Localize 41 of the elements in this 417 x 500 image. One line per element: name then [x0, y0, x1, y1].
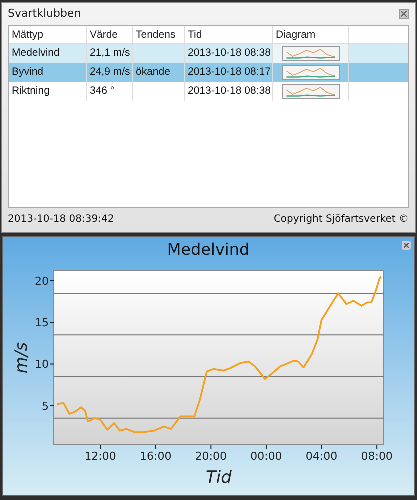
x-tick-label: 16:00: [140, 450, 172, 463]
close-icon[interactable]: [402, 241, 411, 250]
table-cell: Riktning: [9, 82, 87, 101]
column-header[interactable]: Tid: [185, 26, 273, 43]
status-timestamp: 2013-10-18 08:39:42: [8, 212, 114, 226]
table-cell: 346 °: [87, 82, 133, 101]
y-tick-label: 5: [42, 400, 49, 413]
x-tick-label: 16:00: [140, 444, 172, 463]
table-cell: 2013-10-18 08:38: [185, 82, 273, 101]
x-tick-label: 04:00: [306, 450, 338, 463]
column-header[interactable]: Mättyp: [9, 26, 87, 43]
x-tick-label: 08:00: [361, 444, 393, 463]
y-tick-label: 15: [35, 316, 49, 330]
copyright-text: Copyright Sjöfartsverket ©: [274, 212, 409, 226]
y-axis-label: m/s: [12, 342, 32, 374]
y-tick-label: 15: [35, 316, 54, 330]
sparkline-thumbnail[interactable]: [282, 65, 340, 80]
column-header[interactable]: Tendens: [133, 26, 185, 43]
x-axis-label: Tid: [206, 468, 232, 488]
x-tick-label: 20:00: [195, 444, 228, 463]
y-tick-label: 20: [35, 275, 54, 288]
table-row[interactable]: Medelvind 21,1 m/s 2013-10-18 08:38: [9, 44, 408, 63]
x-tick-label: 04:00: [306, 444, 338, 463]
sparkline-thumbnail[interactable]: [282, 46, 340, 61]
window-title: Svartklubben: [8, 6, 82, 22]
x-tick-label: 12:00: [84, 444, 116, 463]
y-tick-label: 20: [35, 274, 49, 288]
column-header[interactable]: Diagram: [273, 26, 349, 43]
x-tick-label: 12:00: [84, 450, 116, 463]
sparkline-thumbnail[interactable]: [282, 84, 340, 99]
close-icon[interactable]: [399, 9, 409, 19]
column-header[interactable]: Värde: [87, 26, 133, 43]
x-tick-label: 20:00: [195, 450, 228, 463]
y-tick-label: 10: [35, 358, 54, 372]
x-tick-label: 00:00: [250, 444, 282, 463]
table-row[interactable]: Byvind 24,9 m/s ökande 2013-10-18 08:17: [9, 63, 408, 82]
x-tick-label: 08:00: [361, 450, 393, 463]
y-tick-label: 10: [35, 358, 49, 372]
chart-title: Medelvind: [167, 239, 250, 261]
x-tick-label: 00:00: [250, 450, 282, 463]
y-tick-label: 5: [42, 400, 54, 413]
